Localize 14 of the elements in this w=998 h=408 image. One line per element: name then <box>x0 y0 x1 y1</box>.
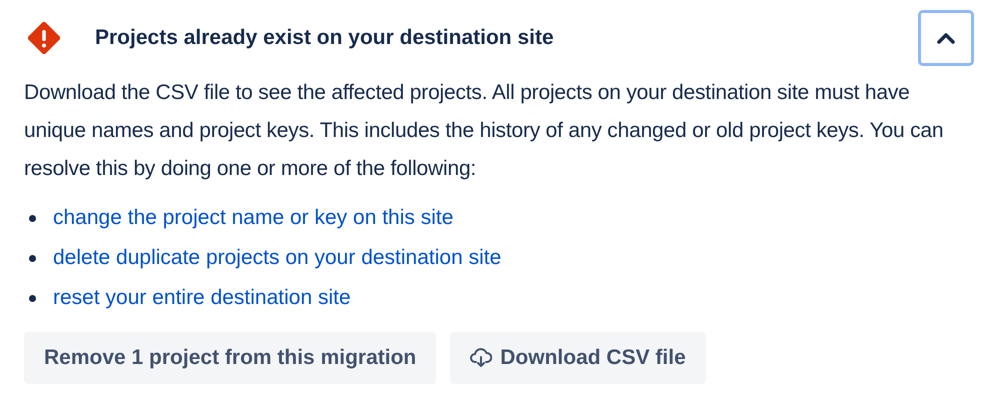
bullet <box>29 294 36 302</box>
chevron-up-icon <box>937 32 955 44</box>
resolution-link[interactable]: reset your entire destination site <box>53 286 351 310</box>
warning-icon <box>28 22 60 54</box>
bullet <box>29 214 36 222</box>
cloud-download-icon <box>470 348 492 368</box>
resolution-link[interactable]: delete duplicate projects on your destination site <box>53 246 502 270</box>
description-text: Download the CSV file to see the affected projects. All projects on your destination site must have unique names and project keys. This includes the history of any changed or old project keys. You can resolve this by doing one or more of the following: <box>24 80 944 182</box>
download-button[interactable]: Download CSV file <box>450 332 706 384</box>
section-title: Projects already exist on your destination site <box>95 26 555 50</box>
collapse-button[interactable] <box>918 10 974 66</box>
bullet <box>29 254 36 262</box>
remove-button[interactable]: Remove 1 project from this migration <box>24 332 436 384</box>
resolution-link[interactable]: change the project name or key on this site <box>53 206 454 230</box>
